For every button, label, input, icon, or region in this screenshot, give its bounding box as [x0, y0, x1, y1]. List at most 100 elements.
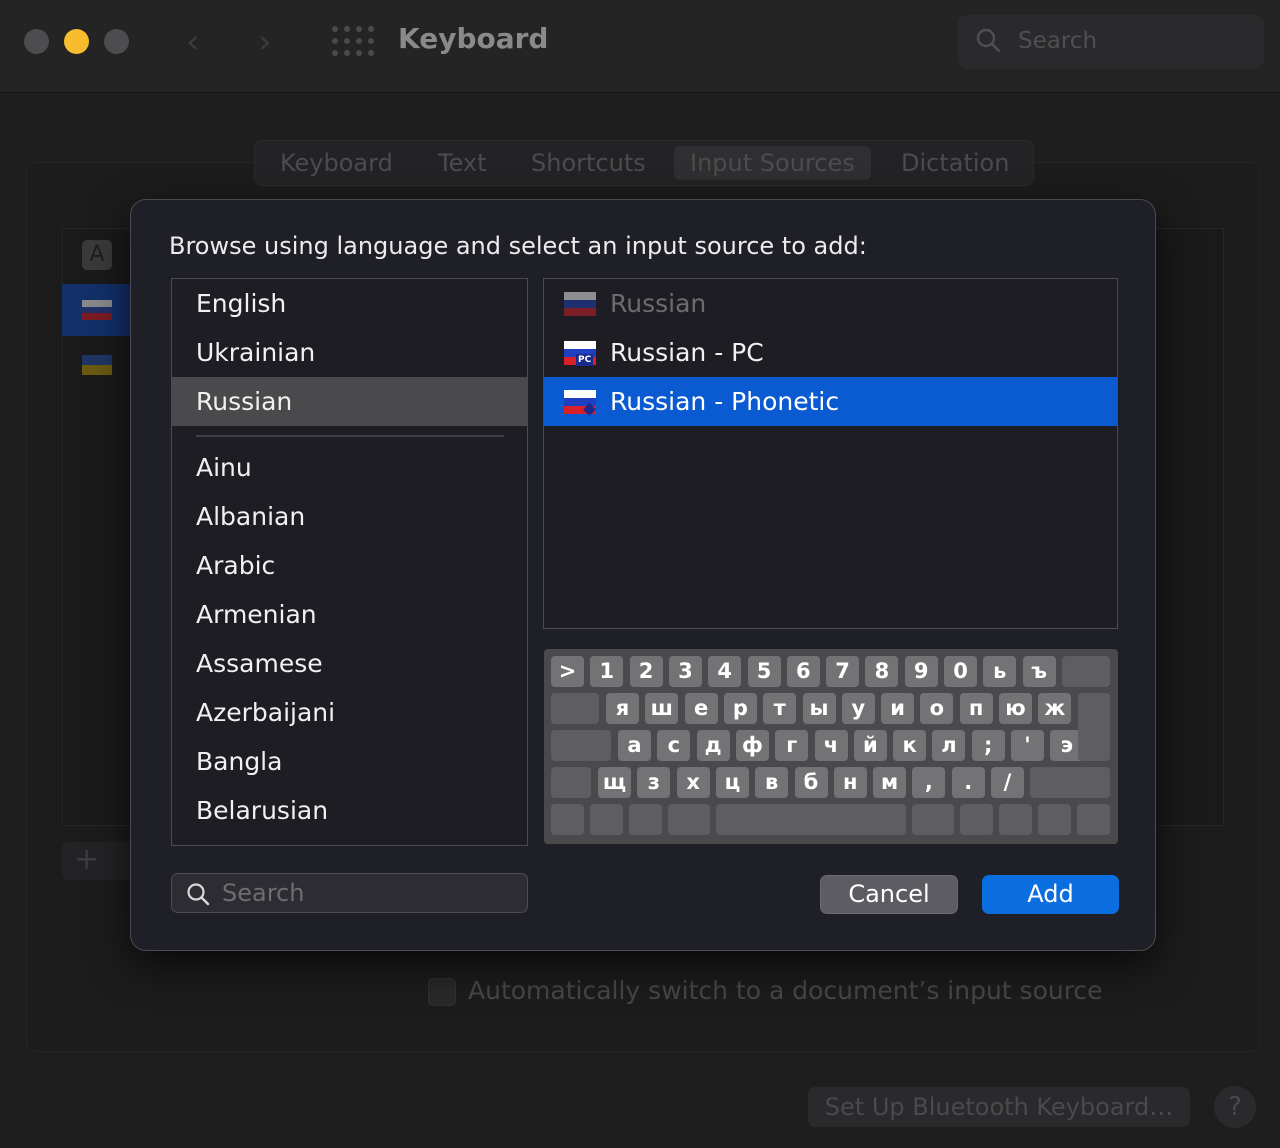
- keyboard-key: з: [637, 767, 671, 798]
- language-item-belarusian[interactable]: Belarusian: [172, 786, 527, 835]
- ukrainian-flag-icon: [82, 355, 112, 375]
- cancel-button[interactable]: Cancel: [820, 875, 958, 914]
- tab-input-sources[interactable]: Input Sources: [674, 146, 871, 180]
- language-item-ainu[interactable]: Ainu: [172, 443, 527, 492]
- keyboard-key: н: [833, 767, 867, 798]
- keyboard-key: 7: [826, 656, 860, 687]
- keyboard-key: ж: [1038, 693, 1072, 724]
- auto-switch-label: Automatically switch to a document’s inp…: [468, 976, 1103, 1005]
- keyboard-key: у: [841, 693, 875, 724]
- keyboard-key: 0: [944, 656, 977, 687]
- language-search-field[interactable]: [171, 873, 528, 913]
- keyboard-key: 8: [865, 656, 899, 687]
- keyboard-key: в: [755, 767, 789, 798]
- language-list[interactable]: English Ukrainian Russian Ainu Albanian …: [171, 278, 528, 846]
- keyboard-key: а: [618, 730, 651, 761]
- keyboard-key: ш: [645, 693, 679, 724]
- tab-keyboard[interactable]: Keyboard: [264, 146, 409, 180]
- keyboard-key: л: [932, 730, 966, 761]
- russian-pc-flag-icon: PC: [564, 341, 596, 366]
- language-item-russian[interactable]: Russian: [172, 377, 527, 426]
- close-window-button[interactable]: [24, 29, 49, 54]
- keyboard-key: ч: [814, 730, 848, 761]
- tab-dictation[interactable]: Dictation: [885, 146, 1025, 180]
- keyboard-key: /: [991, 767, 1024, 798]
- language-item-azerbaijani[interactable]: Azerbaijani: [172, 688, 527, 737]
- source-label: Russian: [610, 289, 707, 318]
- return-key: [1078, 693, 1110, 761]
- keyboard-key: я: [606, 693, 639, 724]
- keyboard-key: 5: [747, 656, 781, 687]
- keyboard-key: .: [951, 767, 985, 798]
- keyboard-key: ': [1011, 730, 1044, 761]
- forward-arrow-icon[interactable]: ›: [258, 22, 272, 62]
- russian-flag-icon: [564, 292, 596, 316]
- title-bar: ‹ › Keyboard Search: [0, 0, 1280, 93]
- language-item-english[interactable]: English: [172, 279, 527, 328]
- keyboard-key: 1: [590, 656, 624, 687]
- tab-text[interactable]: Text: [422, 146, 503, 180]
- keyboard-key: ц: [715, 767, 749, 798]
- help-button[interactable]: ?: [1214, 1086, 1256, 1128]
- keyboard-key: б: [794, 767, 828, 798]
- language-item-armenian[interactable]: Armenian: [172, 590, 527, 639]
- keyboard-key: х: [676, 767, 710, 798]
- keyboard-key: ъ: [1022, 656, 1056, 687]
- keyboard-key: ,: [912, 767, 946, 798]
- keyboard-key: г: [775, 730, 809, 761]
- keyboard-key: 9: [904, 656, 938, 687]
- preferences-search-field[interactable]: Search: [958, 15, 1264, 69]
- sheet-prompt: Browse using language and select an inpu…: [169, 232, 867, 260]
- window-title: Keyboard: [398, 22, 549, 55]
- arrow-up-down-key: [1038, 804, 1071, 835]
- source-item-russian-pc[interactable]: PC Russian - PC: [544, 328, 1117, 377]
- source-item-russian: Russian: [544, 279, 1117, 328]
- modifier-key: [551, 804, 584, 835]
- keyboard-key: >: [551, 656, 584, 687]
- minimize-window-button[interactable]: [64, 29, 89, 54]
- keyboard-key: ю: [999, 693, 1032, 724]
- keyboard-key: ф: [735, 730, 769, 761]
- zoom-window-button[interactable]: [104, 29, 129, 54]
- keyboard-key: п: [959, 693, 993, 724]
- keyboard-key: 2: [629, 656, 663, 687]
- language-item-arabic[interactable]: Arabic: [172, 541, 527, 590]
- language-item-ukrainian[interactable]: Ukrainian: [172, 328, 527, 377]
- language-item-assamese[interactable]: Assamese: [172, 639, 527, 688]
- source-item-russian-phonetic[interactable]: Russian - Phonetic: [544, 377, 1117, 426]
- right-shift-key: [1030, 767, 1110, 798]
- auto-switch-checkbox[interactable]: [428, 978, 456, 1006]
- keyboard-key: ы: [802, 693, 836, 724]
- modifier-key: [590, 804, 623, 835]
- keyboard-key: т: [763, 693, 797, 724]
- tab-key: [551, 693, 599, 724]
- keyboard-key: 6: [786, 656, 820, 687]
- back-arrow-icon[interactable]: ‹: [186, 22, 200, 62]
- keyboard-layout-preview: >1 2 3 4 5 6 7 8 9 0 ь ъ я ш е р т ы у и о п ю ж а с д ф г ч й к л; ' э щ з х…: [544, 649, 1118, 844]
- keyboard-key: ;: [971, 730, 1005, 761]
- keyboard-key: е: [684, 693, 718, 724]
- keyboard-key: щ: [598, 767, 631, 798]
- delete-key: [1062, 656, 1110, 687]
- show-all-grid-icon[interactable]: [332, 26, 374, 56]
- arrow-right-key: [1077, 804, 1110, 835]
- setup-bluetooth-keyboard-button[interactable]: Set Up Bluetooth Keyboard…: [808, 1087, 1190, 1127]
- add-input-source-sheet: Browse using language and select an inpu…: [130, 199, 1156, 951]
- search-placeholder: Search: [1018, 28, 1098, 54]
- keyboard-key: 4: [708, 656, 742, 687]
- add-button[interactable]: Add: [982, 875, 1119, 914]
- modifier-key: [629, 804, 662, 835]
- add-input-source-button[interactable]: +: [62, 842, 132, 880]
- search-icon: [187, 883, 210, 906]
- tab-shortcuts[interactable]: Shortcuts: [515, 146, 662, 180]
- language-search-input[interactable]: [222, 876, 512, 910]
- modifier-key: [716, 804, 906, 835]
- language-item-bangla[interactable]: Bangla: [172, 737, 527, 786]
- keyboard-key: 3: [668, 656, 702, 687]
- language-item-albanian[interactable]: Albanian: [172, 492, 527, 541]
- input-source-list[interactable]: Russian PC Russian - PC Russian - Phonet…: [543, 278, 1118, 629]
- caps-lock-key: [551, 730, 611, 761]
- input-source-a-icon: A: [82, 240, 112, 270]
- pc-badge: PC: [576, 354, 594, 366]
- russian-flag-icon: [82, 300, 112, 320]
